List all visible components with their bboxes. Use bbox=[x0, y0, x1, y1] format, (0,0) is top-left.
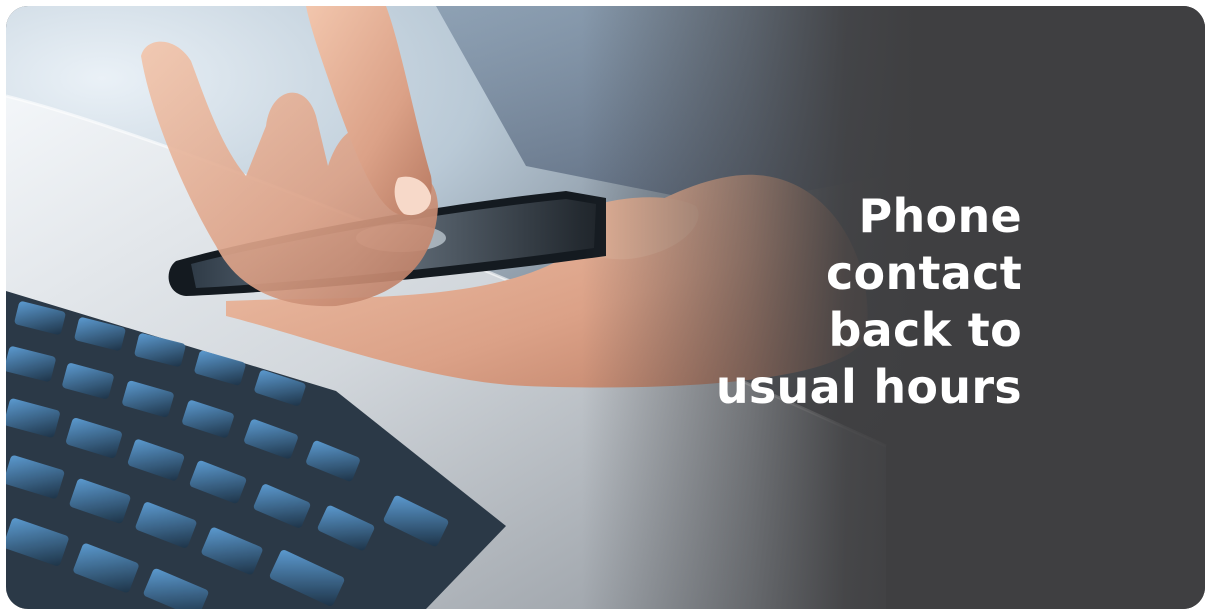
banner-headline: Phone contact back to usual hours bbox=[602, 188, 1022, 416]
headline-line: contact bbox=[825, 246, 1022, 300]
phone-contact-banner: Phone contact back to usual hours bbox=[6, 6, 1205, 609]
headline-line: back to bbox=[828, 303, 1022, 357]
headline-line: Phone bbox=[858, 189, 1022, 243]
headline-line: usual hours bbox=[715, 360, 1022, 414]
